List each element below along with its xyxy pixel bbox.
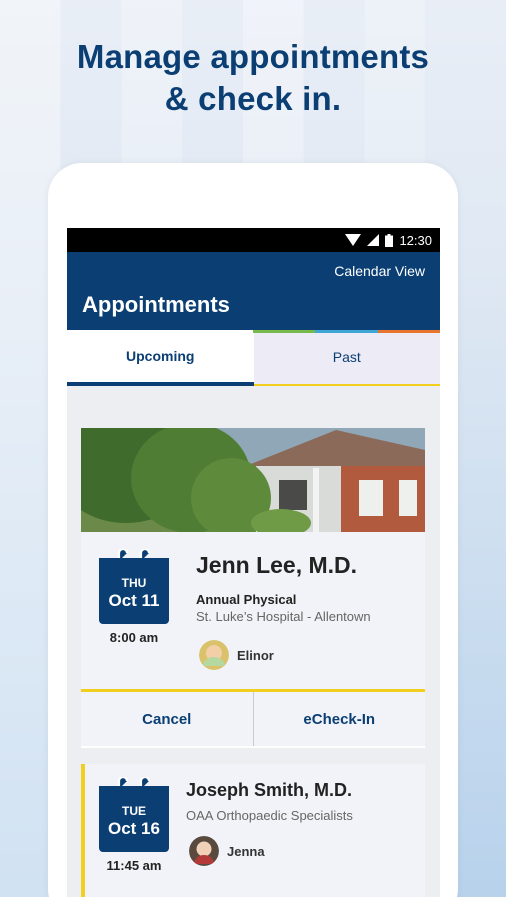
app-screen: 12:30 Calendar View Appointments Upcomin… [67, 228, 440, 897]
calendar-icon [99, 777, 169, 790]
appointment-date: Oct 11 [108, 591, 160, 610]
location-photo [81, 428, 425, 532]
appointment-day: THU [121, 576, 147, 590]
promo-line-2: & check in. [164, 80, 342, 117]
doctor-name: Jenn Lee, M.D. [196, 552, 358, 578]
calendar-icon [99, 549, 169, 562]
appointment-time: 11:45 am [106, 858, 162, 873]
tab-bar: Upcoming Past [67, 330, 440, 386]
cancel-button[interactable]: Cancel [81, 692, 253, 746]
appointment-date: Oct 16 [108, 819, 160, 838]
promo-line-1: Manage appointments [76, 38, 430, 75]
appointment-location: OAA Orthopaedic Specialists [186, 808, 353, 823]
page-title: Appointments [82, 292, 230, 317]
tab-upcoming[interactable]: Upcoming [67, 330, 254, 386]
battery-icon [385, 233, 394, 247]
appointment-card[interactable]: TUE Oct 16 11:45 am Joseph Smith, M.D. O… [81, 764, 425, 897]
patient-name: Jenna [227, 844, 265, 859]
appointment-location: St. Luke’s Hospital - Allentown [196, 609, 371, 624]
appointment-actions: Cancel eCheck-In [81, 692, 425, 746]
promo-headline: Manage appointments & check in. [0, 36, 506, 120]
tab-color-strip [253, 330, 440, 333]
calendar-badge: TUE Oct 16 [99, 777, 169, 852]
calendar-badge: THU Oct 11 [99, 549, 169, 624]
signal-icon [367, 234, 380, 246]
avatar [199, 640, 229, 670]
tab-past[interactable]: Past [253, 330, 440, 386]
appointment-card[interactable]: THU Oct 11 8:00 am Jenn Lee, M.D. Annual… [81, 428, 425, 748]
appointment-details: THU Oct 11 8:00 am Jenn Lee, M.D. Annual… [81, 532, 425, 692]
appointment-time: 8:00 am [109, 630, 159, 645]
appointment-type: Annual Physical [196, 592, 297, 607]
status-time: 12:30 [399, 232, 432, 248]
avatar [189, 836, 219, 866]
app-bar: Calendar View Appointments [67, 252, 440, 330]
echeckin-button[interactable]: eCheck-In [252, 692, 426, 746]
wifi-icon [345, 234, 362, 246]
patient-name: Elinor [237, 648, 274, 663]
status-bar: 12:30 [67, 228, 440, 252]
doctor-name: Joseph Smith, M.D. [186, 780, 353, 800]
appointment-day: TUE [122, 804, 146, 818]
calendar-view-button[interactable]: Calendar View [334, 263, 425, 279]
